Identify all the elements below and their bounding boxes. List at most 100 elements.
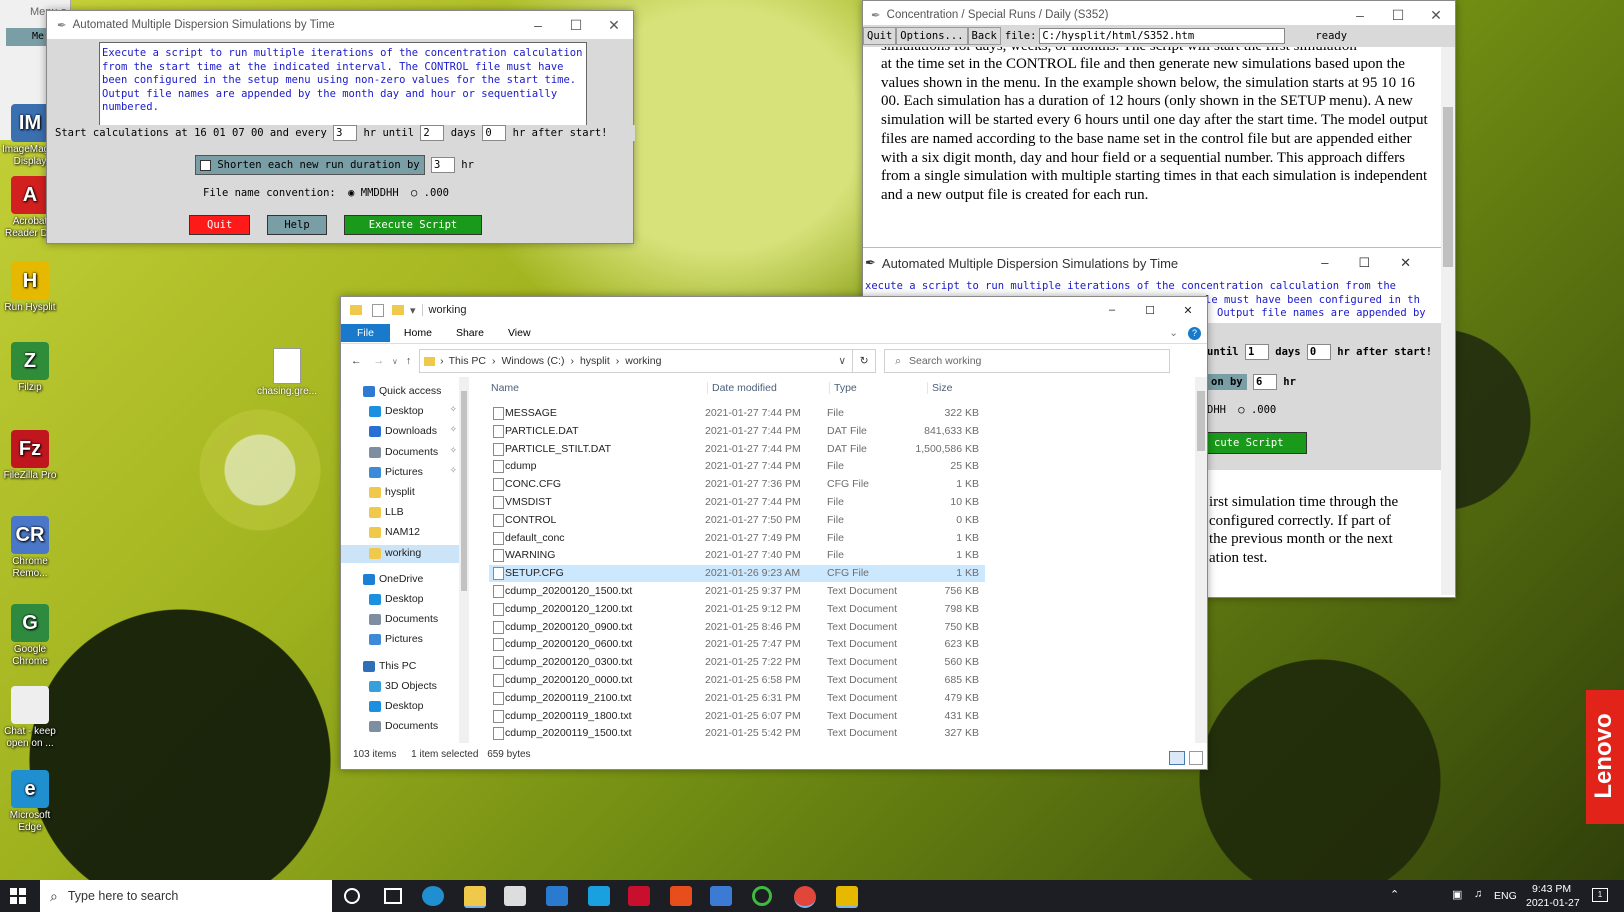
file-row[interactable]: cdump_20200120_0000.txt 2021-01-25 6:58 P… bbox=[489, 672, 985, 689]
back-arrow-icon[interactable]: ← bbox=[351, 355, 362, 367]
refresh-button[interactable]: ↻ bbox=[853, 349, 877, 373]
nav-item[interactable]: Downloads ✧ bbox=[341, 423, 459, 441]
up-arrow-icon[interactable]: ↑ bbox=[406, 355, 411, 367]
pin-icon[interactable]: ✧ bbox=[449, 404, 457, 415]
maximize-button[interactable]: ☐ bbox=[557, 17, 595, 34]
minimize-button[interactable]: – bbox=[1093, 304, 1131, 317]
nav-item[interactable]: 3D Objects bbox=[341, 678, 459, 696]
nav-item[interactable]: hysplit bbox=[341, 484, 459, 502]
nav-item[interactable]: Desktop bbox=[341, 698, 459, 716]
desktop-file-icon[interactable]: chasing.gre... bbox=[254, 348, 320, 397]
every-hours-input[interactable]: 3 bbox=[333, 125, 358, 141]
mail-taskbar-icon[interactable] bbox=[546, 886, 568, 906]
taskbar-search[interactable]: ⌕ Type here to search bbox=[40, 880, 332, 912]
after-start-input[interactable]: 0 bbox=[482, 125, 507, 141]
properties-icon[interactable] bbox=[372, 303, 384, 317]
mcafee-taskbar-icon[interactable] bbox=[628, 886, 650, 906]
nav-item[interactable]: OneDrive bbox=[341, 571, 459, 589]
file-row[interactable]: VMSDIST 2021-01-27 7:44 PM File 10 KB bbox=[489, 494, 985, 511]
details-view-icon[interactable] bbox=[1169, 751, 1185, 765]
recent-dropdown-icon[interactable]: ∨ bbox=[392, 357, 398, 366]
breadcrumb-hysplit[interactable]: hysplit bbox=[580, 355, 610, 367]
nav-item[interactable]: Quick access bbox=[341, 383, 459, 401]
desktop-icon[interactable]: G Google Chrome bbox=[2, 604, 58, 668]
file-row[interactable]: cdump_20200120_1500.txt 2021-01-25 9:37 P… bbox=[489, 583, 985, 600]
file-row[interactable]: cdump_20200119_1800.txt 2021-01-25 6:07 P… bbox=[489, 708, 985, 725]
pin-icon[interactable]: ✧ bbox=[449, 465, 457, 476]
chevron-down-icon[interactable]: ▾ bbox=[410, 304, 416, 317]
search-input[interactable]: Search working bbox=[909, 355, 981, 367]
shorten-checkbox[interactable] bbox=[200, 159, 211, 171]
network-icon[interactable]: ▣ bbox=[1452, 888, 1462, 901]
nav-item[interactable]: NAM12 bbox=[341, 524, 459, 542]
desktop-icon[interactable]: Fz FileZilla Pro bbox=[2, 430, 58, 482]
tray-chevron-icon[interactable]: ⌃ bbox=[1390, 888, 1399, 901]
green-app-taskbar-icon[interactable] bbox=[752, 886, 772, 906]
file-row[interactable]: cdump_20200120_0600.txt 2021-01-25 7:47 P… bbox=[489, 636, 985, 653]
tab-view[interactable]: View bbox=[494, 327, 545, 339]
nav-item[interactable]: Pictures bbox=[341, 631, 459, 649]
maximize-button[interactable]: ☐ bbox=[1131, 304, 1169, 317]
quit-button[interactable]: Quit bbox=[189, 215, 251, 235]
nav-item[interactable]: Desktop ✧ bbox=[341, 403, 459, 421]
shorten-input[interactable]: 3 bbox=[430, 157, 455, 173]
desktop-icon[interactable]: e Microsoft Edge bbox=[2, 770, 58, 834]
nav-item[interactable]: LLB bbox=[341, 504, 459, 522]
minimize-button[interactable]: – bbox=[1341, 7, 1379, 24]
expand-ribbon-icon[interactable]: ⌄ bbox=[1169, 327, 1178, 339]
file-row[interactable]: SETUP.CFG 2021-01-26 9:23 AM CFG File 1 KB bbox=[489, 565, 985, 583]
file-row[interactable]: PARTICLE.DAT 2021-01-27 7:44 PM DAT File 84… bbox=[489, 423, 985, 440]
nav-scrollbar-thumb[interactable] bbox=[461, 391, 467, 591]
large-icons-view-icon[interactable] bbox=[1189, 751, 1203, 765]
emb-days-input[interactable]: 1 bbox=[1244, 344, 1269, 360]
nav-item[interactable]: Pictures ✧ bbox=[341, 464, 459, 482]
breadcrumb-c-drive[interactable]: Windows (C:) bbox=[501, 355, 564, 367]
file-row[interactable]: PARTICLE_STILT.DAT 2021-01-27 7:44 PM DAT … bbox=[489, 441, 985, 458]
execute-script-button[interactable]: Execute Script bbox=[343, 215, 483, 235]
file-row[interactable]: default_conc 2021-01-27 7:49 PM File 1 KB bbox=[489, 530, 985, 547]
address-dropdown-icon[interactable]: ∨ bbox=[838, 355, 846, 367]
close-button[interactable]: ✕ bbox=[595, 17, 633, 34]
file-scrollbar[interactable] bbox=[1195, 377, 1207, 743]
nav-item[interactable]: working bbox=[341, 544, 459, 563]
nav-item[interactable]: Desktop bbox=[341, 591, 459, 609]
lang-indicator[interactable]: ENG bbox=[1494, 890, 1517, 902]
col-size[interactable]: Size bbox=[927, 382, 982, 394]
new-folder-icon[interactable] bbox=[392, 305, 404, 315]
notification-icon[interactable]: 1 bbox=[1592, 888, 1608, 902]
file-row[interactable]: cdump_20200119_1500.txt 2021-01-25 5:42 P… bbox=[489, 725, 985, 742]
radio-000[interactable]: ○ bbox=[411, 187, 417, 199]
file-row[interactable]: cdump_20200120_0300.txt 2021-01-25 7:22 P… bbox=[489, 654, 985, 671]
file-scrollbar-thumb[interactable] bbox=[1197, 391, 1205, 451]
file-row[interactable]: WARNING 2021-01-27 7:40 PM File 1 KB bbox=[489, 547, 985, 564]
desktop-icon[interactable]: CR Chrome Remo... bbox=[2, 516, 58, 580]
file-row[interactable]: cdump 2021-01-27 7:44 PM File 25 KB bbox=[489, 458, 985, 475]
back-button[interactable]: Back bbox=[967, 27, 1001, 45]
edge-taskbar-icon[interactable] bbox=[422, 886, 444, 906]
pin-icon[interactable]: ✧ bbox=[449, 424, 457, 435]
file-row[interactable]: CONTROL 2021-01-27 7:50 PM File 0 KB bbox=[489, 512, 985, 529]
cortana-icon[interactable] bbox=[344, 888, 360, 904]
forward-arrow-icon[interactable]: → bbox=[374, 355, 385, 367]
tab-share[interactable]: Share bbox=[446, 327, 494, 339]
close-button[interactable]: ✕ bbox=[1417, 7, 1455, 24]
desktop-icon[interactable]: H Run Hysplit bbox=[2, 262, 58, 314]
days-input[interactable]: 2 bbox=[420, 125, 445, 141]
col-name[interactable]: Name bbox=[491, 382, 519, 394]
store-taskbar-icon[interactable] bbox=[504, 886, 526, 906]
office-taskbar-icon[interactable] bbox=[670, 886, 692, 906]
clock-time[interactable]: 9:43 PM bbox=[1532, 883, 1571, 895]
breadcrumb-this-pc[interactable]: This PC bbox=[449, 355, 486, 367]
search-box[interactable]: ⌕ Search working bbox=[884, 349, 1171, 373]
nav-item[interactable]: Documents bbox=[341, 611, 459, 629]
file-row[interactable]: cdump_20200119_2100.txt 2021-01-25 6:31 P… bbox=[489, 690, 985, 707]
address-bar[interactable]: › This PC › Windows (C:) › hysplit › wor… bbox=[419, 349, 854, 373]
emb-by-input[interactable]: 6 bbox=[1252, 374, 1277, 390]
close-button[interactable]: ✕ bbox=[1169, 304, 1207, 317]
col-date[interactable]: Date modified bbox=[707, 382, 777, 394]
nav-scrollbar[interactable] bbox=[459, 377, 469, 743]
desktop-icon[interactable]: Z Filzip bbox=[2, 342, 58, 394]
tab-home[interactable]: Home bbox=[390, 327, 446, 339]
hysplit-taskbar-icon[interactable] bbox=[836, 886, 858, 908]
remote-taskbar-icon[interactable] bbox=[710, 886, 732, 906]
